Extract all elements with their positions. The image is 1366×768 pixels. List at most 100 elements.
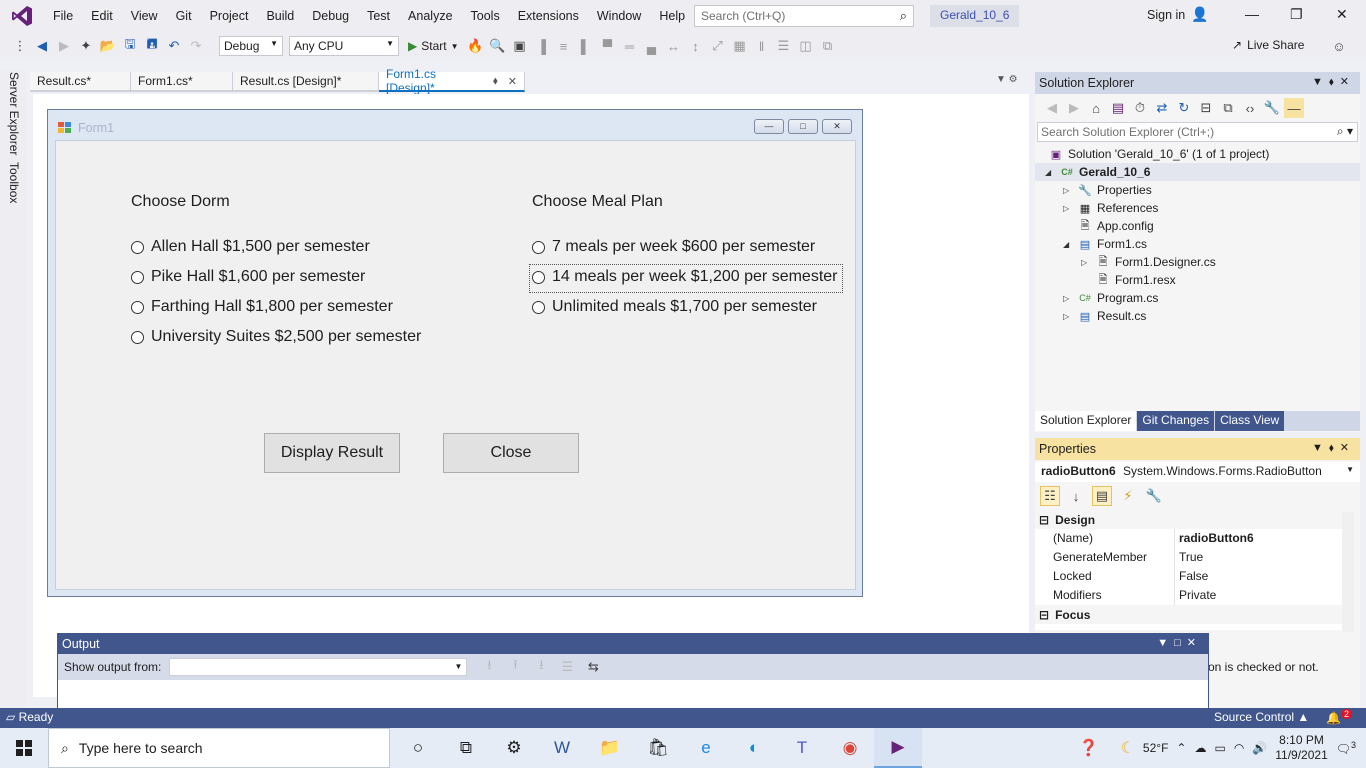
collapse-icon[interactable]: ⊟: [1039, 513, 1049, 527]
tree-form1-designer[interactable]: ▷ 🗎 Form1.Designer.cs: [1081, 253, 1216, 271]
restore-icon[interactable]: ❐: [1290, 6, 1303, 23]
word-wrap-icon[interactable]: ⇆: [583, 657, 603, 677]
undo-icon[interactable]: ↶: [164, 36, 184, 56]
menu-view[interactable]: View: [122, 0, 167, 32]
radio-allen-hall[interactable]: Allen Hall $1,500 per semester: [131, 238, 370, 256]
panel-window-controls-icon[interactable]: ▼□✕: [1157, 636, 1202, 649]
network-icon[interactable]: ☁: [1194, 741, 1206, 755]
sign-in-link[interactable]: Sign in: [1147, 8, 1185, 22]
visual-studio-taskbar-icon[interactable]: ▶: [874, 728, 922, 768]
clock[interactable]: 8:10 PM 11/9/2021: [1275, 733, 1328, 763]
radio-circle[interactable]: [532, 270, 545, 284]
previous-message-icon[interactable]: ⭱: [505, 657, 525, 677]
tree-app-config[interactable]: 🗎 App.config: [1063, 217, 1154, 235]
radio-circle[interactable]: [131, 270, 144, 284]
property-pages-icon[interactable]: 🔧: [1144, 486, 1164, 506]
tab-result-cs[interactable]: Result.cs*: [30, 72, 131, 92]
menu-help[interactable]: Help: [650, 0, 694, 32]
cortana-icon[interactable]: ○: [394, 728, 442, 768]
next-message-icon[interactable]: ⭳: [531, 657, 551, 677]
find-message-icon[interactable]: ⭳: [479, 657, 499, 677]
solution-search-input[interactable]: Search Solution Explorer (Ctrl+;) ⌕ ▾: [1037, 122, 1358, 142]
menu-debug[interactable]: Debug: [303, 0, 358, 32]
prop-value[interactable]: False: [1175, 567, 1208, 586]
output-source-select[interactable]: ▼: [169, 658, 468, 676]
prop-value[interactable]: True: [1175, 548, 1203, 567]
configuration-select[interactable]: Debug ▼: [219, 36, 283, 56]
panel-window-controls-icon[interactable]: ▼⬧✕: [1312, 441, 1355, 455]
menu-extensions[interactable]: Extensions: [509, 0, 588, 32]
account-icon[interactable]: 👤: [1191, 6, 1208, 23]
global-search-input[interactable]: Search (Ctrl+Q) ⌕: [694, 5, 914, 27]
prop-row-generate-member[interactable]: GenerateMember True: [1035, 548, 1343, 567]
visual-studio-logo-icon[interactable]: [8, 2, 36, 30]
collapsed-arrow-icon[interactable]: ▷: [1081, 258, 1091, 267]
show-all-files-icon[interactable]: ⧉: [1218, 98, 1238, 118]
battery-icon[interactable]: ▭: [1214, 741, 1225, 755]
radio-farthing-hall[interactable]: Farthing Hall $1,800 per semester: [131, 298, 393, 316]
word-app-icon[interactable]: W: [538, 728, 586, 768]
file-explorer-icon[interactable]: 📁: [586, 728, 634, 768]
align-middles-icon[interactable]: ═: [620, 36, 640, 56]
collapse-all-icon[interactable]: ⊟: [1196, 98, 1216, 118]
redo-icon[interactable]: ↷: [186, 36, 206, 56]
expanded-arrow-icon[interactable]: ◢: [1045, 168, 1055, 177]
radio-circle[interactable]: [532, 300, 545, 314]
forward-icon[interactable]: ▶: [54, 36, 74, 56]
size-to-grid-icon[interactable]: ▦: [730, 36, 750, 56]
make-same-size-icon[interactable]: ⤢: [708, 36, 728, 56]
server-explorer-tab[interactable]: Server Explorer: [7, 72, 21, 155]
pin-icon[interactable]: ⬧: [493, 75, 498, 88]
form-close-icon[interactable]: ✕: [822, 119, 852, 134]
prop-row-modifiers[interactable]: Modifiers Private: [1035, 586, 1343, 605]
tab-form1-cs[interactable]: Form1.cs*: [131, 72, 233, 92]
pending-changes-icon[interactable]: ⏱: [1130, 98, 1150, 118]
internet-explorer-icon[interactable]: e: [682, 728, 730, 768]
menu-file[interactable]: File: [44, 0, 82, 32]
align-rights-icon[interactable]: ▌: [576, 36, 596, 56]
horizontal-spacing-icon[interactable]: ‖: [752, 36, 772, 56]
menu-window[interactable]: Window: [588, 0, 650, 32]
panel-window-controls-icon[interactable]: ▼⬧✕: [1312, 75, 1355, 89]
menu-test[interactable]: Test: [358, 0, 399, 32]
form1-window[interactable]: Form1 — □ ✕ Choose Dorm Choose Meal Plan…: [47, 109, 863, 597]
collapse-icon[interactable]: ⊟: [1039, 608, 1049, 622]
edge-browser-icon[interactable]: ◐: [730, 728, 778, 768]
make-same-height-icon[interactable]: ↕: [686, 36, 706, 56]
properties-icon[interactable]: ▤: [1092, 486, 1112, 506]
vertical-spacing-icon[interactable]: ☰: [774, 36, 794, 56]
taskbar-search-input[interactable]: ⌕ Type here to search: [48, 728, 390, 768]
prop-row-locked[interactable]: Locked False: [1035, 567, 1343, 586]
toolbox-tab[interactable]: Toolbox: [7, 162, 21, 203]
tab-list-dropdown-icon[interactable]: ▼ ⚙: [996, 74, 1018, 85]
collapsed-arrow-icon[interactable]: ▷: [1063, 186, 1073, 195]
solution-name-badge[interactable]: Gerald_10_6: [930, 5, 1020, 27]
live-share-button[interactable]: ↗ Live Share: [1232, 38, 1304, 52]
categorized-icon[interactable]: ☷: [1040, 486, 1060, 506]
layout-icon[interactable]: ▣: [510, 36, 530, 56]
radio-unlimited-meals[interactable]: Unlimited meals $1,700 per semester: [532, 298, 817, 316]
tab-solution-explorer[interactable]: Solution Explorer: [1035, 411, 1138, 431]
tab-form1-design[interactable]: Form1.cs [Design]* ⬧ ✕: [379, 67, 525, 95]
tree-solution[interactable]: ▣ Solution 'Gerald_10_6' (1 of 1 project…: [1049, 145, 1270, 163]
align-bottoms-icon[interactable]: ▄: [642, 36, 662, 56]
microsoft-store-icon[interactable]: 🛍: [634, 728, 682, 768]
view-code-icon[interactable]: ‹›: [1240, 98, 1260, 118]
properties-object-select[interactable]: radioButton6 System.Windows.Forms.RadioB…: [1035, 462, 1360, 482]
platform-select[interactable]: Any CPU ▼: [289, 36, 399, 56]
radio-pike-hall[interactable]: Pike Hall $1,600 per semester: [131, 268, 365, 286]
properties-wrench-icon[interactable]: 🔧: [1262, 98, 1282, 118]
feedback-icon[interactable]: ☺: [1329, 36, 1349, 56]
forward-icon[interactable]: ▶: [1064, 98, 1084, 118]
back-icon[interactable]: ◀: [32, 36, 52, 56]
category-design[interactable]: ⊟ Design: [1035, 510, 1343, 529]
form-minimize-icon[interactable]: —: [754, 119, 784, 134]
tree-form1-cs[interactable]: ◢ ▤ Form1.cs: [1063, 235, 1147, 253]
show-hidden-icons-icon[interactable]: ⌃: [1176, 741, 1186, 755]
home-icon[interactable]: ⌂: [1086, 98, 1106, 118]
radio-university-suites[interactable]: University Suites $2,500 per semester: [131, 328, 421, 346]
tree-properties[interactable]: ▷ 🔧 Properties: [1063, 181, 1152, 199]
radio-circle[interactable]: [131, 330, 144, 344]
volume-icon[interactable]: 🔊: [1252, 741, 1267, 755]
clear-all-icon[interactable]: ☰: [557, 657, 577, 677]
